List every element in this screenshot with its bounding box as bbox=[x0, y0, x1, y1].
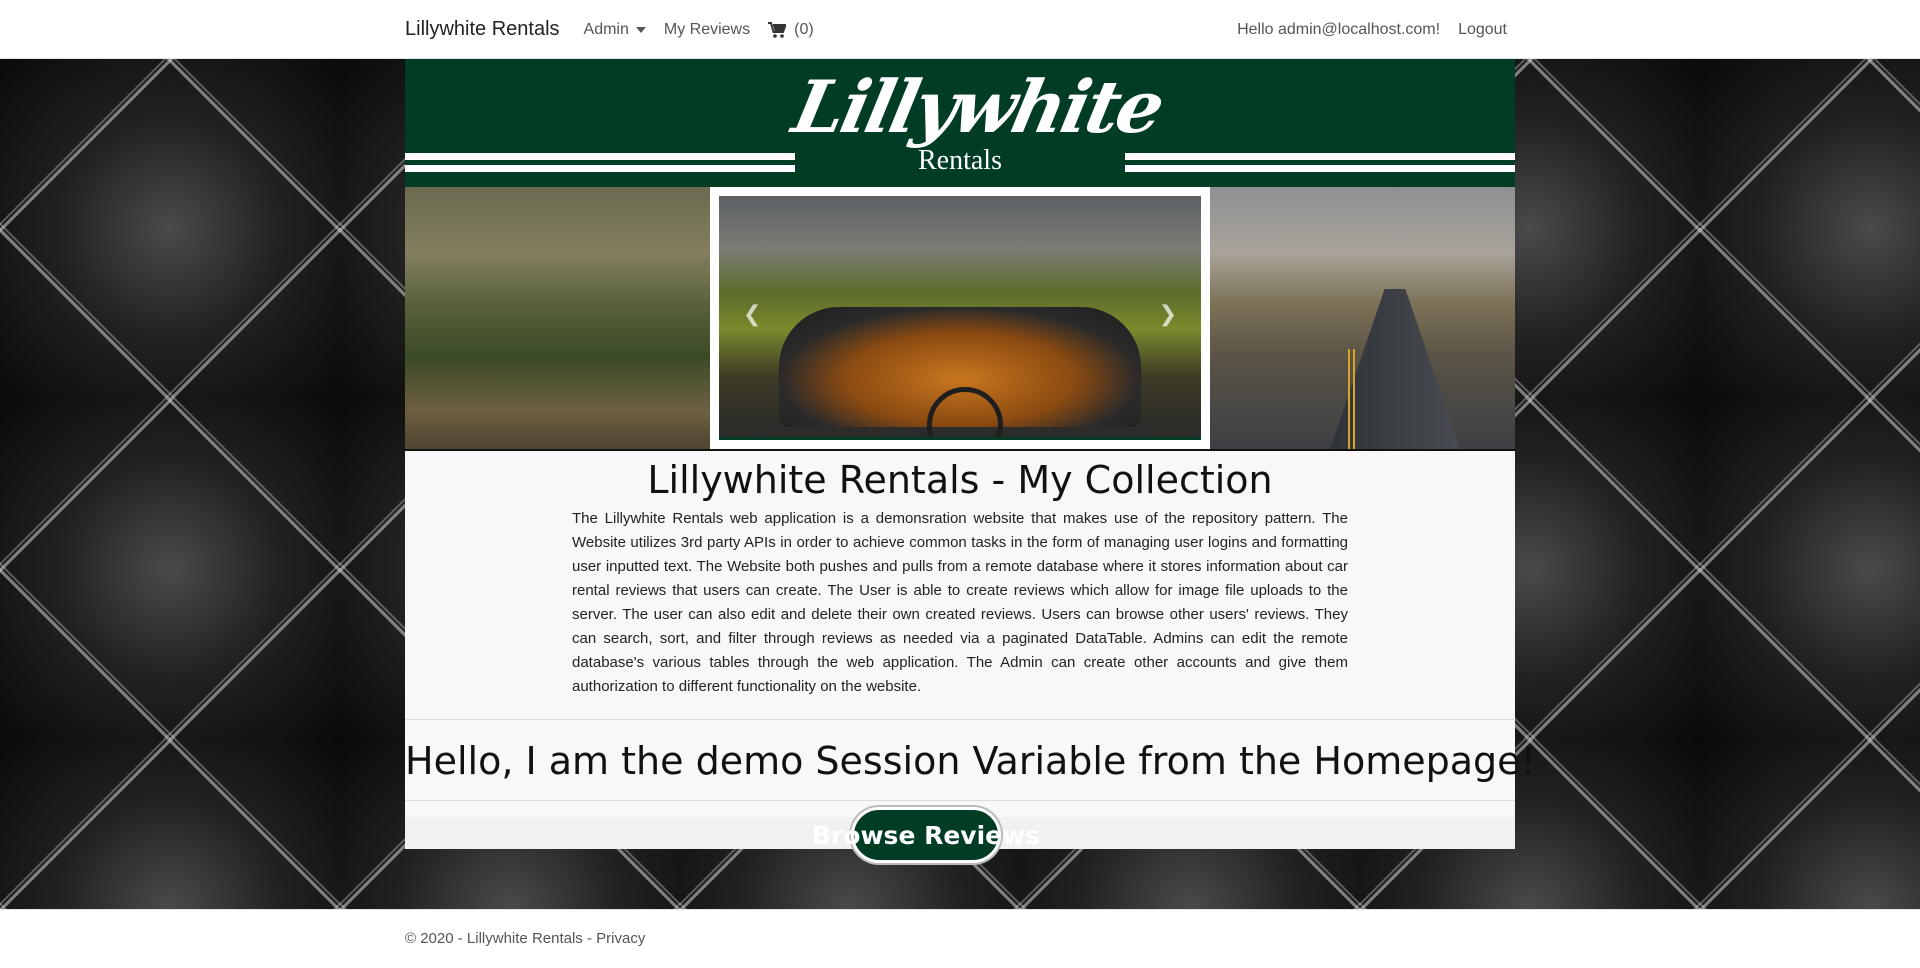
navbar-right: Hello admin@localhost.com! Logout bbox=[1237, 21, 1507, 39]
shopping-cart-icon bbox=[768, 21, 787, 38]
content-panel: Lillywhite Rentals - My Collection The L… bbox=[405, 449, 1536, 863]
car-photo bbox=[779, 307, 1141, 437]
brand-link[interactable]: Lillywhite Rentals bbox=[405, 18, 560, 41]
page-title: Lillywhite Rentals - My Collection bbox=[647, 458, 1273, 502]
cart-count: (0) bbox=[794, 20, 814, 38]
browse-reviews-button[interactable]: Browse Reviews bbox=[812, 807, 1040, 863]
footer-text: © 2020 - Lillywhite Rentals - Privacy bbox=[405, 930, 645, 947]
session-variable-heading: Hello, I am the demo Session Variable fr… bbox=[405, 739, 1536, 783]
steering-wheel bbox=[927, 387, 1003, 437]
caret-down-icon bbox=[635, 26, 646, 33]
road-photo-right bbox=[1210, 187, 1515, 449]
button-area: Browse Reviews bbox=[405, 800, 1515, 863]
landscape-photo-left bbox=[405, 187, 710, 449]
copyright-text: © 2020 - Lillywhite Rentals - bbox=[405, 930, 597, 947]
chevron-left-icon[interactable]: ❮ bbox=[743, 301, 761, 327]
admin-dropdown[interactable]: Admin bbox=[584, 21, 646, 39]
privacy-link[interactable]: Privacy bbox=[596, 930, 645, 947]
admin-label: Admin bbox=[583, 20, 629, 38]
cart-link[interactable]: (0) bbox=[768, 21, 814, 39]
top-navbar: Lillywhite Rentals Admin My Reviews (0) … bbox=[0, 0, 1920, 59]
logo: Lillywhite Rentals bbox=[786, 59, 1169, 187]
road-line bbox=[1348, 349, 1350, 449]
user-greeting[interactable]: Hello admin@localhost.com! bbox=[1237, 21, 1440, 39]
photo-strip: ❮ ❯ bbox=[405, 187, 1515, 449]
description-paragraph: The Lillywhite Rentals web application i… bbox=[572, 510, 1348, 695]
logout-link[interactable]: Logout bbox=[1458, 21, 1507, 39]
navbar-container: Lillywhite Rentals Admin My Reviews (0) … bbox=[405, 0, 1507, 59]
my-reviews-link[interactable]: My Reviews bbox=[664, 21, 750, 39]
main-column: Lillywhite Rentals ❮ ❯ Lillywhite Rental… bbox=[405, 59, 1536, 863]
logo-script: Lillywhite bbox=[786, 64, 1170, 149]
car-carousel: ❮ ❯ bbox=[710, 187, 1210, 449]
logo-banner: Lillywhite Rentals bbox=[405, 59, 1515, 187]
road-line bbox=[1353, 349, 1355, 449]
footer: © 2020 - Lillywhite Rentals - Privacy bbox=[0, 909, 1920, 968]
chevron-right-icon[interactable]: ❯ bbox=[1159, 301, 1177, 327]
carousel-image: ❮ ❯ bbox=[719, 196, 1201, 440]
